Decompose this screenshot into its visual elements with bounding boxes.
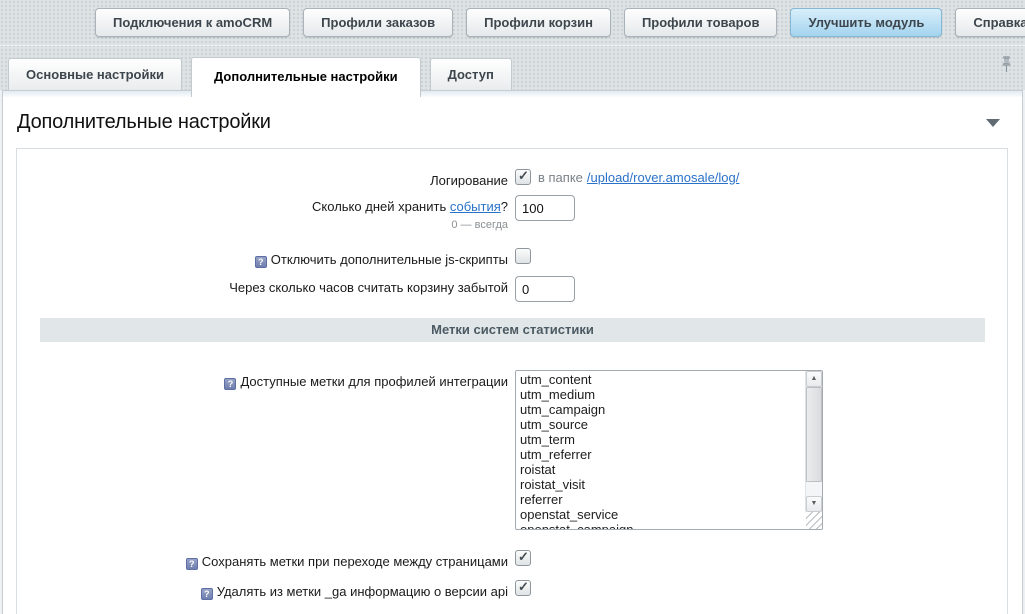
tags-options: utm_content utm_medium utm_campaign utm_… bbox=[516, 371, 822, 530]
tab-additional-settings[interactable]: Дополнительные настройки bbox=[191, 57, 421, 97]
logging-label: Логирование bbox=[17, 169, 508, 189]
ga-version-checkbox[interactable]: ✓ bbox=[515, 580, 531, 596]
keep-tags-label-text: Сохранять метки при переходе между стран… bbox=[202, 554, 508, 569]
keep-tags-field: ✓ bbox=[515, 550, 531, 566]
list-item[interactable]: roistat bbox=[520, 462, 800, 477]
list-item[interactable]: openstat_campaign bbox=[520, 522, 800, 530]
row-tags: ? Доступные метки для профилей интеграции… bbox=[17, 370, 1007, 530]
collapse-arrow-icon[interactable] bbox=[986, 119, 1000, 127]
forgotten-hours-label: Через сколько часов считать корзину забы… bbox=[17, 276, 508, 296]
store-days-input[interactable] bbox=[515, 195, 575, 221]
help-icon[interactable]: ? bbox=[186, 558, 198, 570]
row-ga-version: ? Удалять из метки _ga информацию о верси… bbox=[17, 580, 1007, 600]
tab-label: Доступ bbox=[448, 67, 494, 82]
logging-folder-text: в папке bbox=[538, 170, 583, 185]
logging-checkbox[interactable]: ✓ bbox=[515, 169, 531, 185]
tags-listbox[interactable]: utm_content utm_medium utm_campaign utm_… bbox=[515, 370, 823, 530]
list-item[interactable]: openstat_service bbox=[520, 507, 800, 522]
logging-label-text: Логирование bbox=[430, 173, 508, 188]
order-profiles-button[interactable]: Профили заказов bbox=[303, 8, 453, 37]
store-days-label-suffix: ? bbox=[501, 199, 508, 214]
store-days-label: Сколько дней хранить события? 0 — всегда bbox=[17, 195, 508, 234]
disable-js-label: ? Отключить дополнительные js-скрипты bbox=[17, 248, 508, 268]
forgotten-hours-label-text: Через сколько часов считать корзину забы… bbox=[229, 280, 508, 295]
row-logging: Логирование ✓ в папке /upload/rover.amos… bbox=[17, 169, 1007, 189]
row-store-days: Сколько дней хранить события? 0 — всегда bbox=[17, 195, 1007, 234]
title-row: Дополнительные настройки bbox=[3, 97, 1022, 144]
content-frame: Дополнительные настройки Логирование ✓ в… bbox=[2, 90, 1023, 614]
list-item[interactable]: roistat_visit bbox=[520, 477, 800, 492]
disable-js-label-text: Отключить дополнительные js-скрипты bbox=[271, 252, 508, 267]
list-item[interactable]: utm_referrer bbox=[520, 447, 800, 462]
help-icon[interactable]: ? bbox=[224, 378, 236, 390]
store-days-hint: 0 — всегда bbox=[17, 217, 508, 234]
forgotten-hours-field bbox=[515, 276, 575, 302]
list-item[interactable]: utm_content bbox=[520, 372, 800, 387]
settings-fieldset: Логирование ✓ в папке /upload/rover.amos… bbox=[16, 148, 1008, 614]
scroll-down-icon[interactable]: ▼ bbox=[806, 496, 822, 512]
scrollbar[interactable]: ▲ ▼ bbox=[805, 371, 822, 512]
forgotten-hours-input[interactable] bbox=[515, 276, 575, 302]
row-forgotten-hours: Через сколько часов считать корзину забы… bbox=[17, 276, 1007, 302]
help-button[interactable]: Справка bbox=[955, 8, 1025, 37]
list-item[interactable]: utm_term bbox=[520, 432, 800, 447]
improve-module-button[interactable]: Улучшить модуль bbox=[790, 8, 942, 37]
row-keep-tags: ? Сохранять метки при переходе между стра… bbox=[17, 550, 1007, 570]
scrollbar-thumb[interactable] bbox=[806, 387, 822, 482]
product-profiles-button[interactable]: Профили товаров bbox=[624, 8, 778, 37]
tabbar: Основные настройки Дополнительные настро… bbox=[0, 46, 1025, 90]
tab-label: Дополнительные настройки bbox=[214, 69, 398, 84]
list-item[interactable]: utm_campaign bbox=[520, 402, 800, 417]
tags-field: utm_content utm_medium utm_campaign utm_… bbox=[515, 370, 823, 530]
connections-amocrm-button[interactable]: Подключения к amoCRM bbox=[95, 8, 290, 37]
list-item[interactable]: utm_source bbox=[520, 417, 800, 432]
log-folder-link[interactable]: /upload/rover.amosale/log/ bbox=[587, 170, 739, 185]
ga-version-field: ✓ bbox=[515, 580, 531, 596]
topbar: Подключения к amoCRM Профили заказов Про… bbox=[0, 0, 1025, 46]
check-icon: ✓ bbox=[518, 168, 529, 184]
tab-main-settings[interactable]: Основные настройки bbox=[8, 58, 182, 90]
events-link[interactable]: события bbox=[450, 199, 501, 214]
pin-icon[interactable] bbox=[1001, 56, 1012, 76]
list-item[interactable]: referrer bbox=[520, 492, 800, 507]
tab-access[interactable]: Доступ bbox=[430, 58, 512, 90]
check-icon: ✓ bbox=[518, 549, 529, 565]
tab-label: Основные настройки bbox=[26, 67, 164, 82]
settings-page: Подключения к amoCRM Профили заказов Про… bbox=[0, 0, 1025, 614]
scroll-up-icon[interactable]: ▲ bbox=[806, 371, 822, 387]
keep-tags-checkbox[interactable]: ✓ bbox=[515, 550, 531, 566]
help-icon[interactable]: ? bbox=[201, 588, 213, 600]
keep-tags-label: ? Сохранять метки при переходе между стра… bbox=[17, 550, 508, 570]
disable-js-field: ✓ bbox=[515, 248, 531, 264]
header-area: Подключения к amoCRM Профили заказов Про… bbox=[0, 0, 1025, 90]
store-days-field bbox=[515, 195, 575, 221]
list-item[interactable]: utm_medium bbox=[520, 387, 800, 402]
basket-profiles-button[interactable]: Профили корзин bbox=[466, 8, 611, 37]
section-header-statistics-tags: Метки систем статистики bbox=[40, 318, 985, 342]
ga-version-label: ? Удалять из метки _ga информацию о верси… bbox=[17, 580, 508, 600]
tags-label: ? Доступные метки для профилей интеграции bbox=[17, 370, 508, 390]
ga-version-label-text: Удалять из метки _ga информацию о версии… bbox=[217, 584, 508, 599]
store-days-label-text: Сколько дней хранить bbox=[312, 199, 450, 214]
tags-label-text: Доступные метки для профилей интеграции bbox=[240, 374, 508, 389]
row-disable-js: ? Отключить дополнительные js-скрипты ✓ bbox=[17, 248, 1007, 268]
resize-grip[interactable] bbox=[806, 512, 822, 529]
logging-field: ✓ в папке /upload/rover.amosale/log/ bbox=[515, 169, 739, 185]
page-title: Дополнительные настройки bbox=[17, 111, 271, 134]
check-icon: ✓ bbox=[518, 579, 529, 595]
disable-js-checkbox[interactable]: ✓ bbox=[515, 248, 531, 264]
help-icon[interactable]: ? bbox=[255, 256, 267, 268]
